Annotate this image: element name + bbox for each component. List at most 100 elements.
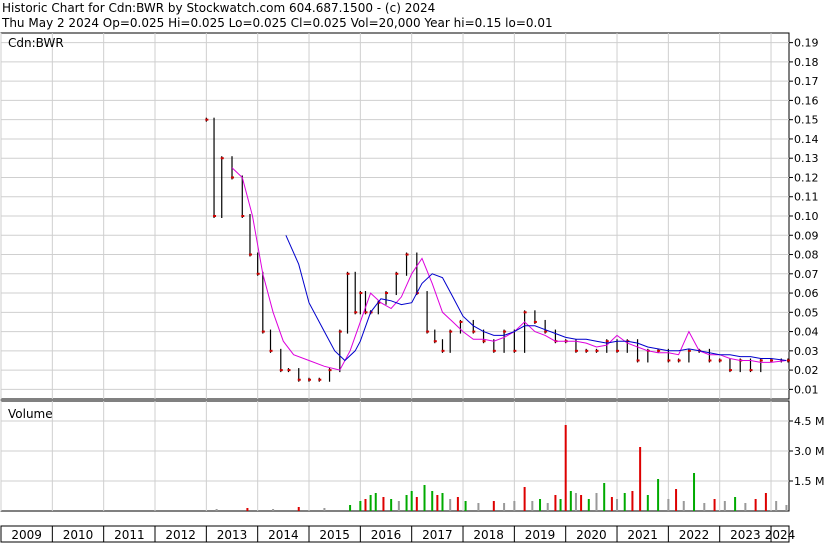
volume-panel <box>0 400 790 512</box>
volume-bar <box>734 497 737 511</box>
volume-bar <box>369 495 372 511</box>
price-dot <box>472 330 476 333</box>
volume-bar <box>464 501 467 511</box>
volume-bar <box>569 491 572 511</box>
year-label: 2011 <box>114 528 145 542</box>
volume-bar <box>682 501 685 511</box>
year-label: 2013 <box>217 528 248 542</box>
volume-bar <box>349 505 352 511</box>
volume-bar <box>574 493 577 511</box>
volume-bar <box>564 425 567 511</box>
volume-tick-label: 4.5 M <box>794 415 824 428</box>
price-dot <box>718 359 722 362</box>
year-label: 2010 <box>63 528 94 542</box>
price-dot <box>667 359 671 362</box>
volume-bar <box>646 495 649 511</box>
price-dot <box>574 349 578 352</box>
volume-bar <box>503 503 506 511</box>
price-tick-label: 0.12 <box>794 171 819 184</box>
price-dot <box>605 340 609 343</box>
price-dot <box>364 311 368 314</box>
price-dot <box>616 349 620 352</box>
price-dot <box>749 369 753 372</box>
price-tick-label: 0.09 <box>794 229 819 242</box>
volume-bar <box>441 493 444 511</box>
volume-bar <box>603 483 606 511</box>
volume-bar <box>554 495 557 511</box>
price-dot <box>441 349 445 352</box>
price-dot <box>308 378 312 381</box>
price-tick-label: 0.18 <box>794 56 819 69</box>
price-dot <box>346 272 350 275</box>
price-dot <box>205 118 209 121</box>
volume-bar <box>559 499 562 511</box>
year-label: 2020 <box>576 528 607 542</box>
price-dot <box>492 349 496 352</box>
volume-bar <box>477 503 480 511</box>
volume-bar <box>374 493 377 511</box>
price-dot <box>359 292 363 295</box>
price-dot <box>220 157 224 160</box>
volume-bar <box>713 499 716 511</box>
price-tick-label: 0.16 <box>794 94 819 107</box>
volume-bar <box>616 499 619 511</box>
volume-bar <box>382 497 385 511</box>
volume-bar <box>415 497 418 511</box>
year-label: 2024 <box>765 528 796 542</box>
price-dot <box>433 340 437 343</box>
price-tick-label: 0.05 <box>794 306 819 319</box>
price-dot <box>395 272 399 275</box>
volume-bar <box>423 485 426 511</box>
volume-bar <box>492 501 495 511</box>
volume-bar <box>456 497 459 511</box>
volume-bar <box>775 501 778 511</box>
year-label: 2014 <box>268 528 299 542</box>
volume-bar <box>539 499 542 511</box>
year-label: 2019 <box>525 528 556 542</box>
volume-bar <box>723 501 726 511</box>
price-panel-title: Cdn:BWR <box>8 36 64 50</box>
volume-bar <box>297 507 300 511</box>
price-dot <box>354 311 358 314</box>
price-dot <box>482 340 486 343</box>
volume-bar <box>323 508 326 511</box>
volume-bar <box>631 491 634 511</box>
volume-bar <box>531 501 534 511</box>
price-tick-label: 0.02 <box>794 364 819 377</box>
price-dot <box>786 359 790 362</box>
volume-panel-title: Volume <box>8 407 53 421</box>
volume-y-axis: 4.5 M 3.0 M 1.5 M <box>789 415 824 488</box>
price-tick-label: 0.06 <box>794 287 819 300</box>
price-dot <box>241 215 245 217</box>
price-tick-label: 0.04 <box>794 326 819 339</box>
volume-bar <box>623 493 626 511</box>
volume-bar <box>449 499 452 511</box>
year-label: 2009 <box>11 528 42 542</box>
price-dot <box>261 330 265 333</box>
price-dot <box>459 320 463 323</box>
price-dot <box>636 359 640 362</box>
volume-bar <box>436 495 439 511</box>
price-tick-label: 0.19 <box>794 37 819 50</box>
price-dot <box>513 349 517 352</box>
volume-bar <box>639 447 642 511</box>
price-tick-label: 0.03 <box>794 345 819 358</box>
price-dot <box>338 330 342 333</box>
volume-bar <box>359 501 362 511</box>
price-tick-label: 0.14 <box>794 133 819 146</box>
volume-bar <box>364 499 367 511</box>
volume-bar <box>764 493 767 511</box>
volume-bar <box>513 501 516 511</box>
volume-bar <box>754 499 757 511</box>
price-dot <box>708 359 712 362</box>
price-dot <box>533 320 537 323</box>
price-tick-label: 0.08 <box>794 249 819 262</box>
volume-bar <box>246 508 249 511</box>
volume-bar <box>675 489 678 511</box>
price-tick-label: 0.11 <box>794 191 819 204</box>
volume-bar <box>546 503 549 511</box>
volume-bar <box>410 491 413 511</box>
price-dot <box>405 253 409 256</box>
volume-tick-label: 1.5 M <box>794 475 824 488</box>
price-dot <box>585 349 589 352</box>
